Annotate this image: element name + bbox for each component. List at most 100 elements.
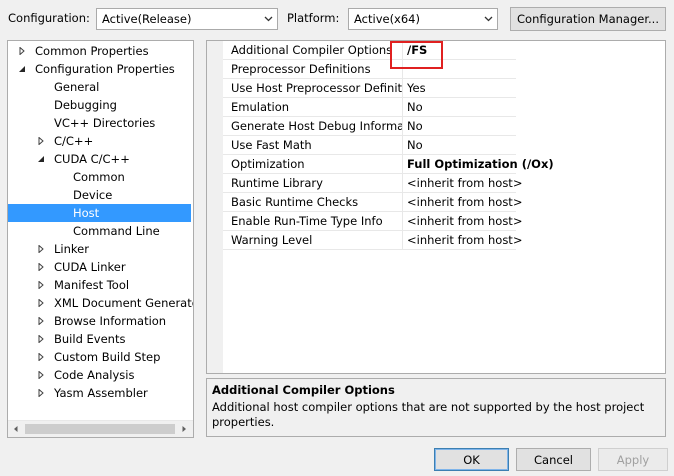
platform-value: Active(x64) (354, 12, 420, 26)
property-row[interactable]: Runtime Library <inherit from host> (223, 174, 522, 193)
description-title: Additional Compiler Options (212, 383, 395, 397)
configuration-value: Active(Release) (102, 12, 192, 26)
configuration-label: Configuration: (8, 11, 90, 25)
tree-item-general[interactable]: General (8, 78, 191, 96)
tree-item-device[interactable]: Device (8, 186, 191, 204)
property-value[interactable]: <inherit from host> (407, 231, 557, 250)
property-row[interactable]: Emulation No (223, 98, 516, 117)
tree-item-vc-directories[interactable]: VC++ Directories (8, 114, 191, 132)
tree-item-xml-document-generator[interactable]: XML Document Generator (8, 294, 194, 312)
tree-item-label: Custom Build Step (54, 350, 161, 364)
tree-item-command-line[interactable]: Command Line (8, 222, 191, 240)
collapsed-triangle-icon[interactable] (18, 47, 26, 55)
property-name: Use Host Preprocessor Definitions (231, 79, 403, 98)
tree-item-cuda-linker[interactable]: CUDA Linker (8, 258, 191, 276)
tree-item-label: C/C++ (54, 134, 94, 148)
property-row[interactable]: Basic Runtime Checks <inherit from host> (223, 193, 522, 212)
tree-item-label: Device (73, 188, 113, 202)
collapsed-triangle-icon[interactable] (37, 371, 45, 379)
highlight-annotation-box (390, 41, 443, 69)
chevron-down-icon (484, 16, 493, 22)
tree-item-yasm-assembler[interactable]: Yasm Assembler (8, 384, 191, 402)
tree-item-label: Linker (54, 242, 89, 256)
configuration-combo[interactable]: Active(Release) (96, 8, 278, 30)
tree-item-manifest-tool[interactable]: Manifest Tool (8, 276, 191, 294)
tree-item-label: Browse Information (54, 314, 167, 328)
ok-button[interactable]: OK (434, 448, 509, 471)
property-name: Enable Run-Time Type Info (231, 212, 403, 231)
tree-item-host[interactable]: Host (8, 204, 191, 222)
collapsed-triangle-icon[interactable] (37, 263, 45, 271)
expanded-triangle-icon[interactable] (37, 155, 45, 163)
property-row[interactable]: Warning Level <inherit from host> (223, 231, 522, 250)
collapsed-triangle-icon[interactable] (37, 335, 45, 343)
tree-item-label: Build Events (54, 332, 126, 346)
property-name: Preprocessor Definitions (231, 60, 403, 79)
property-value[interactable]: Full Optimization (/Ox) (407, 155, 557, 174)
scroll-right-icon[interactable] (180, 425, 188, 433)
tree-item-label: Debugging (54, 98, 117, 112)
property-value[interactable]: No (407, 117, 516, 136)
tree-item-common[interactable]: Common (8, 168, 191, 186)
collapsed-triangle-icon[interactable] (37, 245, 45, 253)
tree-item-browse-information[interactable]: Browse Information (8, 312, 191, 330)
apply-button[interactable]: Apply (598, 448, 668, 471)
scrollbar-thumb[interactable] (25, 424, 175, 434)
property-value[interactable]: Yes (407, 79, 516, 98)
property-value[interactable]: <inherit from host> (407, 174, 557, 193)
tree-item-code-analysis[interactable]: Code Analysis (8, 366, 191, 384)
property-name: Emulation (231, 98, 403, 117)
collapsed-triangle-icon[interactable] (37, 353, 45, 361)
cancel-button[interactable]: Cancel (516, 448, 591, 471)
property-grid[interactable]: Additional Compiler Options/FS Preprocess… (206, 40, 666, 374)
tree-item-configuration-properties[interactable]: Configuration Properties (8, 60, 191, 78)
property-row[interactable]: Use Fast Math No (223, 136, 516, 155)
property-row[interactable]: Enable Run-Time Type Info <inherit from h… (223, 212, 522, 231)
property-name: Runtime Library (231, 174, 403, 193)
property-name: Use Fast Math (231, 136, 403, 155)
tree-item-cuda-c-c-[interactable]: CUDA C/C++ (8, 150, 191, 168)
tree-item-custom-build-step[interactable]: Custom Build Step (8, 348, 191, 366)
tree-item-label: Configuration Properties (35, 62, 175, 76)
tree-item-label: Code Analysis (54, 368, 135, 382)
platform-label-text: Platform: (287, 11, 340, 25)
collapsed-triangle-icon[interactable] (37, 281, 45, 289)
property-name: Basic Runtime Checks (231, 193, 403, 212)
tree-item-label: General (54, 80, 100, 94)
collapsed-triangle-icon[interactable] (37, 317, 45, 325)
property-name: Warning Level (231, 231, 403, 250)
property-value[interactable]: No (407, 98, 516, 117)
configuration-manager-button[interactable]: Configuration Manager... (510, 7, 666, 31)
collapsed-triangle-icon[interactable] (37, 389, 45, 397)
tree-item-label: Host (73, 206, 100, 220)
description-panel: Additional Compiler Options Additional h… (206, 378, 666, 437)
scroll-left-icon[interactable] (12, 425, 20, 433)
property-value[interactable]: <inherit from host> (407, 193, 557, 212)
tree-item-label: XML Document Generator (54, 296, 194, 310)
horizontal-scrollbar[interactable] (8, 420, 193, 437)
property-row[interactable]: Use Host Preprocessor DefinitionsYes (223, 79, 516, 98)
tree-item-common-properties[interactable]: Common Properties (8, 42, 191, 60)
grid-gutter (207, 41, 223, 373)
expanded-triangle-icon[interactable] (18, 65, 26, 73)
platform-label: Platform: (287, 11, 339, 25)
property-row[interactable]: Additional Compiler Options/FS (223, 41, 516, 60)
property-name: Optimization (231, 155, 403, 174)
platform-combo[interactable]: Active(x64) (348, 8, 498, 30)
tree-item-label: Manifest Tool (54, 278, 130, 292)
tree-item-debugging[interactable]: Debugging (8, 96, 191, 114)
property-value[interactable]: No (407, 136, 516, 155)
tree-item-c-c-[interactable]: C/C++ (8, 132, 191, 150)
tree-item-linker[interactable]: Linker (8, 240, 191, 258)
description-body: Additional host compiler options that ar… (212, 400, 645, 429)
property-value[interactable]: <inherit from host> (407, 212, 557, 231)
collapsed-triangle-icon[interactable] (37, 137, 45, 145)
configuration-label-text: Configuration: (8, 11, 90, 25)
property-tree[interactable]: Common Properties Configuration Propertie… (7, 40, 194, 438)
property-row[interactable]: Generate Host Debug InformationNo (223, 117, 516, 136)
collapsed-triangle-icon[interactable] (37, 299, 45, 307)
property-row[interactable]: Preprocessor Definitions (223, 60, 516, 79)
tree-item-label: Command Line (73, 224, 160, 238)
property-row[interactable]: Optimization Full Optimization (/Ox) (223, 155, 554, 174)
tree-item-build-events[interactable]: Build Events (8, 330, 191, 348)
